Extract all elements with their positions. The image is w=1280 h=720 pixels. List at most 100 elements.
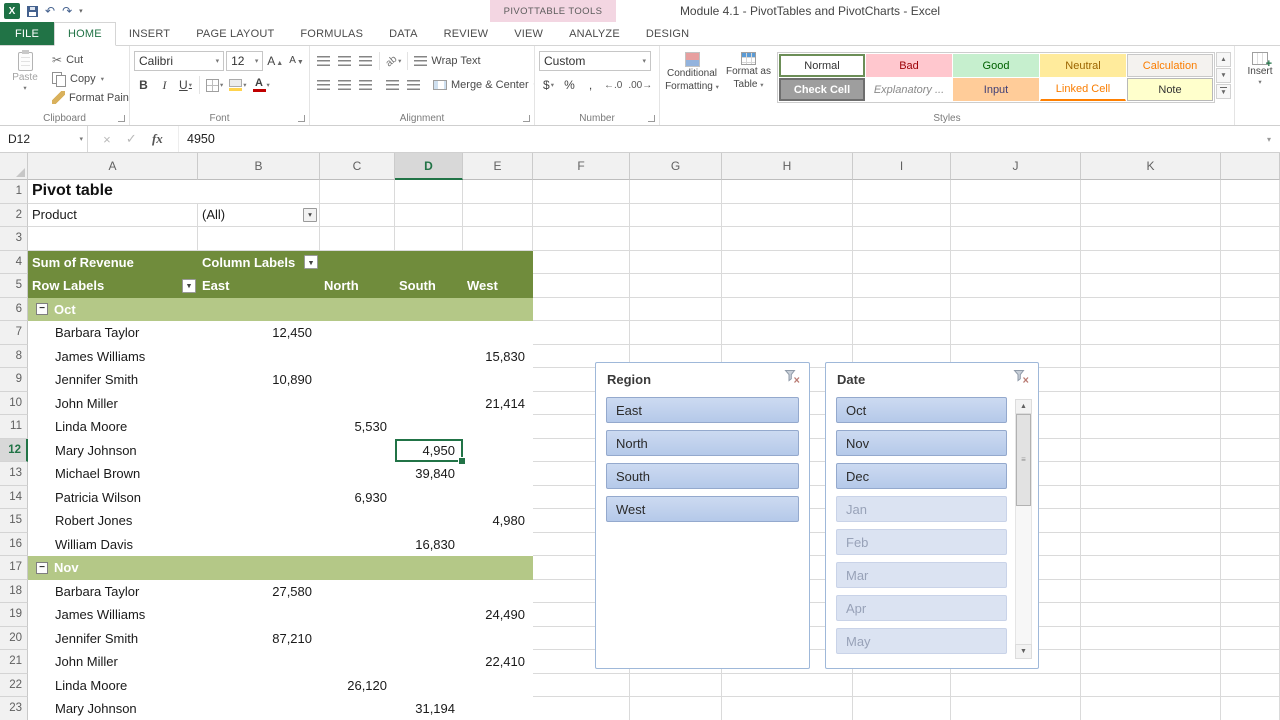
- cell-A8[interactable]: James Williams: [28, 345, 198, 369]
- row-header-7[interactable]: 7: [0, 321, 28, 345]
- dropdown-icon[interactable]: ▾: [303, 207, 317, 222]
- cell-F23[interactable]: [533, 697, 630, 720]
- row-header-22[interactable]: 22: [0, 673, 28, 697]
- cell-B12[interactable]: [198, 439, 320, 463]
- cell-F7[interactable]: [533, 321, 630, 345]
- undo-icon[interactable]: ↶: [45, 5, 55, 17]
- cell-C3[interactable]: [320, 227, 395, 251]
- cell-I3[interactable]: [853, 227, 951, 251]
- cell-A6[interactable]: − Oct: [28, 297, 198, 321]
- row-header-5[interactable]: 5: [0, 274, 28, 298]
- cell-D21[interactable]: [395, 650, 463, 674]
- cell-J6[interactable]: [951, 297, 1081, 321]
- tab-design[interactable]: DESIGN: [633, 22, 702, 45]
- cancel-icon[interactable]: ×: [103, 132, 111, 147]
- row-header-20[interactable]: 20: [0, 626, 28, 650]
- cell-style-calc[interactable]: Calculation: [1127, 54, 1213, 77]
- formula-bar-collapse-icon[interactable]: ▾: [1258, 126, 1280, 152]
- cell-L10[interactable]: [1221, 391, 1280, 415]
- increase-font-size-button[interactable]: A ▲: [265, 51, 285, 71]
- row-header-6[interactable]: 6: [0, 297, 28, 321]
- cell-D18[interactable]: [395, 580, 463, 604]
- font-dialog-launcher[interactable]: [298, 115, 305, 122]
- cell-C13[interactable]: [320, 462, 395, 486]
- cell-B13[interactable]: [198, 462, 320, 486]
- cell-L20[interactable]: [1221, 626, 1280, 650]
- cell-L4[interactable]: [1221, 250, 1280, 274]
- cell-A4[interactable]: Sum of Revenue: [28, 250, 198, 274]
- cell-A13[interactable]: Michael Brown: [28, 462, 198, 486]
- cell-A22[interactable]: Linda Moore: [28, 674, 198, 698]
- tab-home[interactable]: HOME: [54, 22, 116, 46]
- row-header-10[interactable]: 10: [0, 391, 28, 415]
- underline-button[interactable]: U ▾: [176, 75, 195, 95]
- alignment-dialog-launcher[interactable]: [523, 115, 530, 122]
- cell-E19[interactable]: 24,490: [463, 603, 533, 627]
- bold-button[interactable]: B: [134, 75, 153, 95]
- collapse-button[interactable]: −: [36, 303, 48, 316]
- slicer-item-oct[interactable]: Oct: [836, 397, 1007, 423]
- slicer-item-nov[interactable]: Nov: [836, 430, 1007, 456]
- slicer-scrollbar[interactable]: ▲ ≡ ▼: [1015, 399, 1032, 659]
- cell-E21[interactable]: 22,410: [463, 650, 533, 674]
- cell-D8[interactable]: [395, 345, 463, 369]
- row-header-16[interactable]: 16: [0, 532, 28, 556]
- cell-F3[interactable]: [533, 227, 630, 251]
- cell-A1[interactable]: Pivot table: [28, 180, 198, 204]
- cell-E3[interactable]: [463, 227, 533, 251]
- cell-style-neutral[interactable]: Neutral: [1040, 54, 1126, 77]
- cell-E15[interactable]: 4,980: [463, 509, 533, 533]
- increase-decimal-button[interactable]: ←.0: [602, 75, 624, 95]
- slicer-item-apr[interactable]: Apr: [836, 595, 1007, 621]
- cell-J22[interactable]: [951, 673, 1081, 697]
- percent-style-button[interactable]: %: [560, 75, 579, 95]
- cell-E9[interactable]: [463, 368, 533, 392]
- cell-A11[interactable]: Linda Moore: [28, 415, 198, 439]
- cell-K10[interactable]: [1081, 391, 1221, 415]
- cell-E16[interactable]: [463, 533, 533, 557]
- cell-D7[interactable]: [395, 321, 463, 345]
- cell-B9[interactable]: 10,890: [198, 368, 320, 392]
- cell-C2[interactable]: [320, 203, 395, 227]
- scroll-up-button[interactable]: ▲: [1015, 399, 1032, 414]
- cell-C16[interactable]: [320, 533, 395, 557]
- format-as-table-button[interactable]: Format as Table ▾: [724, 48, 773, 91]
- cell-L7[interactable]: [1221, 321, 1280, 345]
- cell-E1[interactable]: [463, 180, 533, 204]
- accounting-format-button[interactable]: $ ▾: [539, 75, 558, 95]
- cell-B10[interactable]: [198, 392, 320, 416]
- scroll-thumb[interactable]: ≡: [1016, 414, 1031, 506]
- cell-F22[interactable]: [533, 673, 630, 697]
- cell-A20[interactable]: Jennifer Smith: [28, 627, 198, 651]
- slicer-item-east[interactable]: East: [606, 397, 799, 423]
- merge-center-button[interactable]: Merge & Center ▾: [431, 77, 534, 94]
- cell-D12[interactable]: 4,950: [395, 439, 466, 465]
- cell-D22[interactable]: [395, 674, 463, 698]
- name-box[interactable]: D12 ▾: [0, 126, 88, 152]
- cell-B16[interactable]: [198, 533, 320, 557]
- cell-E22[interactable]: [463, 674, 533, 698]
- copy-button[interactable]: Copy ▾: [50, 70, 129, 87]
- cell-B4[interactable]: Column Labels ▾: [198, 250, 320, 274]
- cell-K5[interactable]: [1081, 274, 1221, 298]
- decrease-font-size-button[interactable]: A ▼: [287, 51, 306, 71]
- font-color-button[interactable]: A ▾: [251, 75, 272, 95]
- paste-button[interactable]: Paste ▾: [4, 48, 46, 93]
- gallery-up-button[interactable]: ▲: [1216, 52, 1231, 67]
- column-header-F[interactable]: F: [533, 153, 630, 180]
- cell-C17[interactable]: [320, 556, 395, 580]
- cell-G4[interactable]: [630, 250, 722, 274]
- cell-B14[interactable]: [198, 486, 320, 510]
- insert-cells-button[interactable]: Insert ▾: [1239, 48, 1280, 87]
- cell-J1[interactable]: [951, 180, 1081, 204]
- cell-C15[interactable]: [320, 509, 395, 533]
- row-header-15[interactable]: 15: [0, 509, 28, 533]
- customize-quick-access-icon[interactable]: ▾: [79, 8, 83, 15]
- bottom-align-button[interactable]: [356, 51, 375, 71]
- column-header-G[interactable]: G: [630, 153, 722, 180]
- cell-style-check[interactable]: Check Cell: [779, 78, 865, 101]
- cell-L6[interactable]: [1221, 297, 1280, 321]
- row-header-11[interactable]: 11: [0, 415, 28, 439]
- cell-H6[interactable]: [722, 297, 853, 321]
- chevron-down-icon[interactable]: ▾: [79, 135, 83, 143]
